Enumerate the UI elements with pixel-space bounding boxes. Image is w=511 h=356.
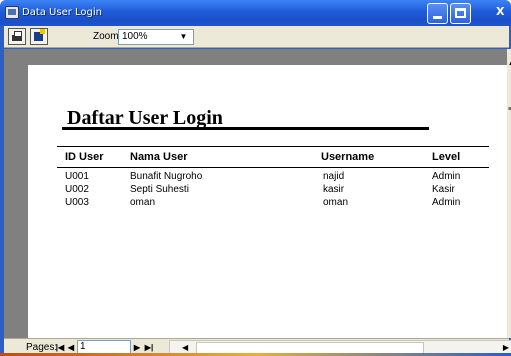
cell-level: Admin bbox=[432, 197, 461, 208]
export-icon[interactable] bbox=[30, 28, 48, 45]
cell-level: Kasir bbox=[432, 184, 455, 195]
cell-id-user: U002 bbox=[65, 184, 89, 195]
cell-username: najid bbox=[323, 171, 345, 182]
column-header-username: Username bbox=[321, 151, 375, 163]
zoom-value: 100% bbox=[122, 31, 148, 42]
title-underline bbox=[62, 127, 429, 130]
cell-username: oman bbox=[323, 197, 349, 208]
cell-nama-user: Septi Suhesti bbox=[130, 184, 189, 195]
header-bottom-rule bbox=[57, 167, 489, 168]
title-bar[interactable]: Data User Login X bbox=[0, 0, 511, 26]
close-button[interactable]: X bbox=[474, 3, 511, 24]
pages-label: Pages: bbox=[26, 342, 58, 353]
maximize-button[interactable] bbox=[450, 3, 471, 24]
printer-icon[interactable] bbox=[8, 28, 26, 45]
minimize-icon bbox=[433, 16, 442, 19]
app-icon bbox=[5, 6, 19, 19]
zoom-label: Zoom bbox=[93, 31, 119, 42]
cell-level: Admin bbox=[432, 171, 461, 182]
minimize-button[interactable] bbox=[427, 3, 448, 24]
page-top-margin bbox=[4, 49, 507, 65]
viewer-toolbar: Zoom 100% ▼ bbox=[4, 26, 509, 48]
cell-id-user: U003 bbox=[65, 197, 89, 208]
chevron-down-icon[interactable]: ▼ bbox=[177, 31, 190, 43]
vertical-scrollbar[interactable] bbox=[507, 49, 511, 338]
column-header-nama-user: Nama User bbox=[130, 151, 188, 163]
cell-nama-user: oman bbox=[130, 197, 156, 208]
cell-username: kasir bbox=[323, 184, 345, 195]
page-number-input[interactable]: 1 bbox=[77, 340, 131, 354]
cell-nama-user: Bunafit Nugroho bbox=[130, 171, 203, 182]
close-icon: X bbox=[496, 5, 505, 18]
zoom-select[interactable]: 100% ▼ bbox=[118, 29, 194, 45]
window-title: Data User Login bbox=[22, 7, 103, 18]
page-left-margin bbox=[4, 65, 28, 338]
column-header-id-user: ID User bbox=[65, 151, 104, 163]
report-window: Data User Login X Zoom 100% ▼ ▲ ≡ Daftar… bbox=[0, 0, 511, 356]
header-top-rule bbox=[57, 146, 489, 147]
cell-id-user: U001 bbox=[65, 171, 89, 182]
maximize-icon bbox=[455, 8, 466, 18]
report-title: Daftar User Login bbox=[67, 107, 223, 129]
column-header-level: Level bbox=[432, 151, 461, 163]
